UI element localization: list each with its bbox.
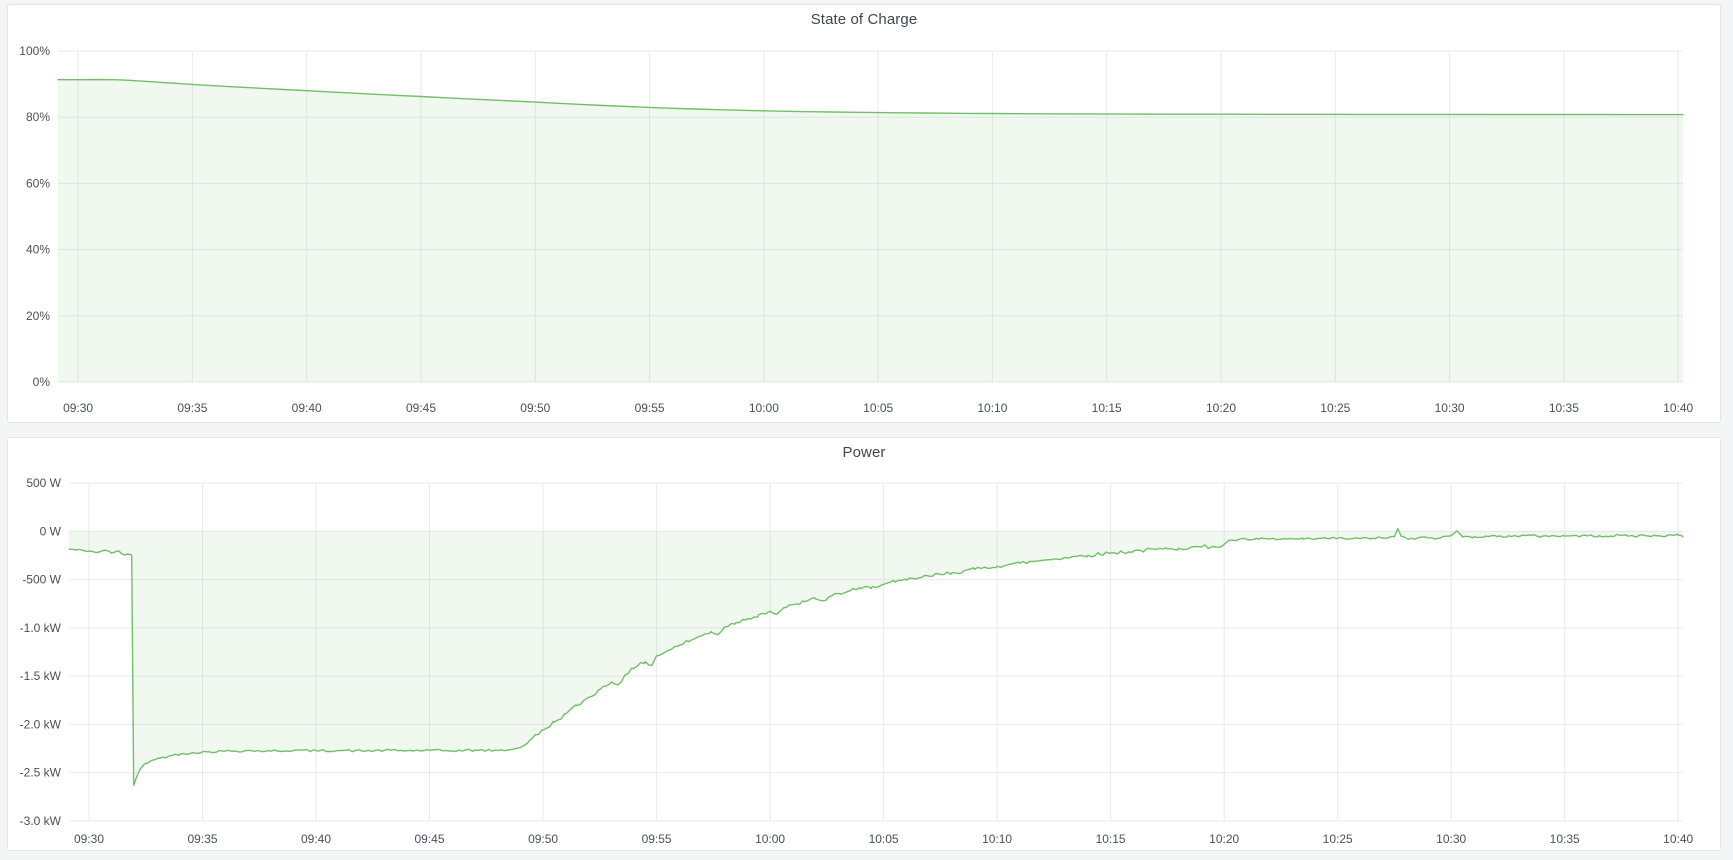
svg-text:-2.5 kW: -2.5 kW	[20, 766, 62, 780]
svg-text:-3.0 kW: -3.0 kW	[20, 814, 62, 828]
svg-text:10:15: 10:15	[1092, 401, 1122, 415]
svg-text:20%: 20%	[26, 309, 50, 323]
svg-text:-2.0 kW: -2.0 kW	[20, 717, 62, 731]
svg-text:100%: 100%	[19, 44, 50, 58]
panel-title-power[interactable]: Power	[8, 444, 1720, 461]
svg-text:09:40: 09:40	[301, 832, 331, 846]
panel-title-state-of-charge[interactable]: State of Charge	[8, 11, 1720, 28]
svg-text:10:30: 10:30	[1435, 401, 1465, 415]
svg-text:80%: 80%	[26, 110, 50, 124]
svg-text:09:40: 09:40	[292, 401, 322, 415]
svg-text:09:55: 09:55	[635, 401, 665, 415]
svg-text:60%: 60%	[26, 176, 50, 190]
svg-text:09:50: 09:50	[528, 832, 558, 846]
svg-text:10:05: 10:05	[863, 401, 893, 415]
svg-text:10:10: 10:10	[977, 401, 1007, 415]
svg-text:10:20: 10:20	[1209, 832, 1239, 846]
svg-text:10:40: 10:40	[1663, 832, 1693, 846]
svg-text:10:40: 10:40	[1663, 401, 1693, 415]
svg-text:-1.5 kW: -1.5 kW	[20, 669, 62, 683]
grafana-dashboard: { "theme": { "page_bg": "#f4f5f6", "pane…	[0, 0, 1733, 860]
svg-text:09:35: 09:35	[177, 401, 207, 415]
svg-text:10:00: 10:00	[749, 401, 779, 415]
power-chart[interactable]: 500 W 0 W -500 W -1.0 kW -1.5 kW -2.0 kW -2.5 …	[8, 438, 1722, 852]
state-of-charge-chart[interactable]: 100% 80% 60% 40% 20% 0% 09:30 09:35 09:40 09:45 09…	[8, 5, 1722, 424]
svg-text:500 W: 500 W	[26, 476, 61, 490]
svg-text:0 W: 0 W	[40, 524, 62, 538]
svg-text:10:35: 10:35	[1550, 832, 1580, 846]
panel-power: Power 500 W 0 W -500 W -1.0 kW -1.5 kW -2.0 k…	[7, 437, 1721, 851]
svg-text:10:10: 10:10	[982, 832, 1012, 846]
svg-text:10:25: 10:25	[1323, 832, 1353, 846]
svg-text:09:55: 09:55	[642, 832, 672, 846]
svg-text:10:05: 10:05	[869, 832, 899, 846]
svg-text:10:20: 10:20	[1206, 401, 1236, 415]
svg-text:0%: 0%	[33, 375, 51, 389]
svg-text:09:45: 09:45	[414, 832, 444, 846]
svg-text:-500 W: -500 W	[22, 573, 61, 587]
svg-text:09:35: 09:35	[187, 832, 217, 846]
svg-text:10:15: 10:15	[1096, 832, 1126, 846]
svg-text:09:45: 09:45	[406, 401, 436, 415]
svg-text:10:00: 10:00	[755, 832, 785, 846]
svg-text:10:35: 10:35	[1549, 401, 1579, 415]
svg-text:-1.0 kW: -1.0 kW	[20, 621, 62, 635]
svg-text:09:30: 09:30	[74, 832, 104, 846]
svg-text:10:25: 10:25	[1320, 401, 1350, 415]
svg-text:09:30: 09:30	[63, 401, 93, 415]
svg-text:10:30: 10:30	[1436, 832, 1466, 846]
panel-state-of-charge: State of Charge 100% 80% 60% 40% 20% 0% 09:30 0…	[7, 4, 1721, 423]
svg-text:09:50: 09:50	[520, 401, 550, 415]
svg-text:40%: 40%	[26, 243, 50, 257]
